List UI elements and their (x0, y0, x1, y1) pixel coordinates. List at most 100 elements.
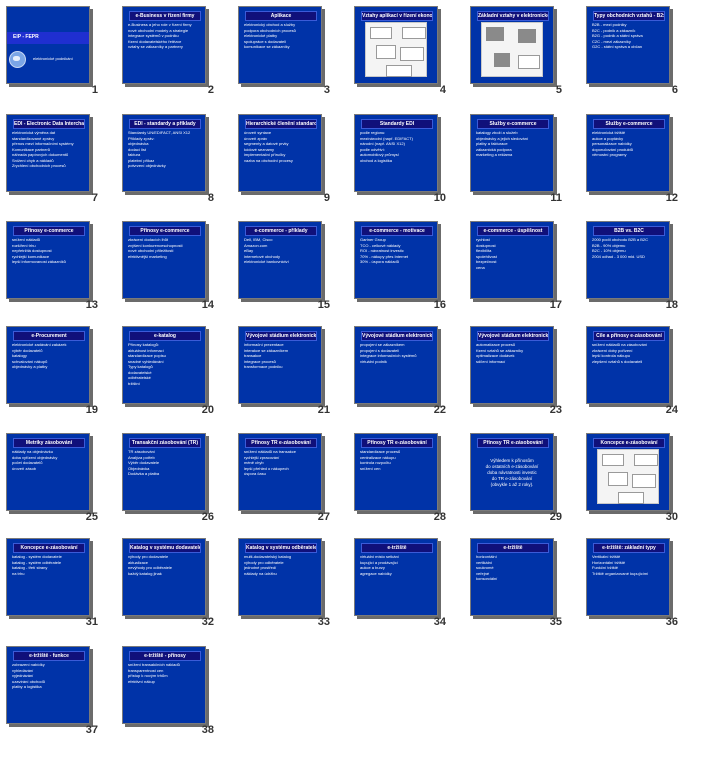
slide-thumbnail-cell: B2B vs. B2C 2000 podíl obchodu B2B a B2C B… (580, 219, 696, 328)
slide-thumbnail-cell: e-commerce - příklady Dell, IBM, Cisco Ama… (232, 219, 348, 328)
slide-title: Katalog v systému odběratele (245, 543, 317, 553)
slide-body: Přínosy katalogů: aktuálnost informací sta… (128, 342, 201, 400)
slide-number: 12 (665, 192, 678, 204)
slide-thumbnail[interactable]: EDI - Electronic Data Interchangeelektro… (6, 114, 90, 192)
slide-thumbnail[interactable]: Cíle a přínosy e-zásobování snížení nákla… (586, 326, 670, 404)
diagram-box (402, 27, 426, 39)
slide-thumbnail[interactable]: EIP - FEPR elektronické podnikání (6, 6, 90, 84)
slide-thumbnail[interactable]: Metriky zásobování náklady na objednávku d… (6, 433, 90, 511)
slide-title: Koncepce e-zásobování (13, 543, 85, 553)
slide-thumbnail[interactable]: e-commerce - příklady Dell, IBM, Cisco Ama… (238, 221, 322, 299)
slide-title: Služby e-commerce (477, 119, 549, 129)
slide-title: e-tržiště (477, 543, 549, 553)
slide-number: 26 (201, 511, 214, 523)
slide-title: B2B vs. B2C (593, 226, 665, 236)
slide-title: Vztahy aplikací v řízení ekonomiky (361, 11, 433, 21)
slide-body: elektronická výměna dat standardizované z… (12, 130, 85, 188)
slide-body: snížení transakčních nákladů transparentn… (128, 662, 201, 720)
slide-thumbnail[interactable]: Přínosy TR e-zásobování standardizace pro… (354, 433, 438, 511)
slide-thumbnail-cell: Služby e-commerce elektronická tržiště auk… (580, 112, 696, 221)
slide-thumbnail[interactable]: Přínosy TR e-zásobování Výhledem k přínos… (470, 433, 554, 511)
slide-thumbnail[interactable]: Přínosy e-commerce zkrácení dodacích lhůt… (122, 221, 206, 299)
slide-thumbnail-cell: Hierarchické členění standardů úroveň syn… (232, 112, 348, 221)
slide-thumbnail[interactable]: e-tržiště horizontální vertikální soukromé v… (470, 538, 554, 616)
slide-diagram (365, 22, 427, 77)
slide-title: Typy obchodních vztahů - B2x (593, 11, 665, 21)
slide-thumbnail[interactable]: Vývojové stádium elektronických obchodůi… (238, 326, 322, 404)
diagram-box (632, 474, 656, 488)
slide-number: 21 (317, 404, 330, 416)
slide-thumbnail[interactable]: Typy obchodních vztahů - B2x B2B - mezi p… (586, 6, 670, 84)
slide-thumbnail[interactable]: e-tržiště: základní typy Vertikální tržiš… (586, 538, 670, 616)
slide-number: 17 (549, 299, 562, 311)
slide-thumbnail[interactable]: Základní vztahy v elektronickém prostřed… (470, 6, 554, 84)
slide-thumbnail-cell: Přínosy TR e-zásobování snížení nákladů n… (232, 431, 348, 540)
slide-bullet: (obvykle 1 až 2 roky). (490, 482, 534, 487)
slide-thumbnail[interactable]: Přínosy e-commerce snížení nákladů rozšíře… (6, 221, 90, 299)
slide-thumbnail[interactable]: Koncepce e-zásobování katalog - systém do… (6, 538, 90, 616)
slide-thumbnail[interactable]: e-tržiště - funkce zobrazení nabídky vyhle… (6, 646, 90, 724)
slide-title: Vývojové stádium elektronických obchodů (361, 331, 433, 341)
slide-thumbnail-cell: Standardy EDI podle regionu: mezinárodní (… (348, 112, 464, 221)
slide-thumbnail[interactable]: Služby e-commerce elektronická tržiště auk… (586, 114, 670, 192)
slide-title: e-katalog (129, 331, 201, 341)
slide-thumbnail-cell: e-tržiště - funkce zobrazení nabídky vyhle… (0, 644, 116, 753)
slide-thumbnail-cell: e-tržiště - přínosy snížení transakčních … (116, 644, 232, 753)
slide-thumbnail[interactable]: e-katalog Přínosy katalogů: aktuálnost inf… (122, 326, 206, 404)
slide-title: Koncepce e-zásobování (593, 438, 665, 448)
slide-body: Výhledem k přínosům do ostatních e-zásobo… (477, 458, 547, 488)
slide-title: Přínosy e-commerce (129, 226, 201, 236)
slide-thumbnail[interactable]: B2B vs. B2C 2000 podíl obchodu B2B a B2C B… (586, 221, 670, 299)
slide-number: 30 (665, 511, 678, 523)
slide-body: náklady na objednávku doba vyřízení objed… (12, 449, 85, 507)
slide-thumbnail[interactable]: Vztahy aplikací v řízení ekonomiky (354, 6, 438, 84)
slide-thumbnail-cell: e-katalog Přínosy katalogů: aktuálnost inf… (116, 324, 232, 433)
slide-thumbnail[interactable]: Standardy EDI podle regionu: mezinárodní (… (354, 114, 438, 192)
slide-title: Katalog v systému dodavatele (129, 543, 201, 553)
slide-bullet: sdílení informací (476, 358, 506, 364)
slide-title: Přínosy TR e-zásobování (477, 438, 549, 448)
slide-thumbnail-cell: Metriky zásobování náklady na objednávku d… (0, 431, 116, 540)
slide-thumbnail[interactable]: e-Business v řízení firmy e-Business a je… (122, 6, 206, 84)
slide-thumbnail[interactable]: Přínosy TR e-zásobování snížení nákladů n… (238, 433, 322, 511)
slide-thumbnail[interactable]: Transakční zásobování (TR) TR zásobování A… (122, 433, 206, 511)
slide-thumbnail[interactable]: Vývojové stádium elektronických obchodůa… (470, 326, 554, 404)
slide-diagram (597, 449, 659, 504)
slide-body: multi-dodavatelský katalog výhody pro odb… (244, 554, 317, 612)
diagram-photo (486, 27, 504, 41)
slide-thumbnail[interactable]: Vývojové stádium elektronických obchodůp… (354, 326, 438, 404)
diagram-box (518, 55, 540, 69)
slide-title: e-tržiště - přínosy (129, 651, 201, 661)
slide-bullet: Tržiště organizované kupujícími (592, 570, 649, 576)
slide-thumbnail[interactable]: Hierarchické členění standardů úroveň syn… (238, 114, 322, 192)
diagram-box (386, 65, 412, 77)
slide-thumbnail[interactable]: e-commerce - úspěšnost rychlost dostupnost… (470, 221, 554, 299)
slide-thumbnail[interactable]: Služby e-commerce katalogy zboží a služeb… (470, 114, 554, 192)
slide-thumbnail-cell: e-commerce - úspěšnost rychlost dostupnost… (464, 219, 580, 328)
slide-sorter: EIP - FEPR elektronické podnikání 1 e-Busin… (0, 0, 701, 768)
slide-thumbnail[interactable]: Koncepce e-zásobování (586, 433, 670, 511)
slide-bullet: virtuální podnik (360, 358, 387, 364)
slide-bullet: každý katalog jinak (128, 570, 162, 576)
slide-number: 10 (433, 192, 446, 204)
slide-body: virtuální místo setkání kupující a prodáv… (360, 554, 433, 612)
slide-title: e-Business v řízení firmy (129, 11, 201, 21)
slide-bullet: marketing a reklama (476, 152, 513, 157)
slide-thumbnail[interactable]: e-tržiště virtuální místo setkání kupující… (354, 538, 438, 616)
slide-thumbnail[interactable]: Katalog v systému odběratele multi-dodava… (238, 538, 322, 616)
slide-body: Vertikální tržiště Horizontální tržiště Fu… (592, 554, 665, 612)
diagram-box (400, 47, 424, 61)
diagram-photo (494, 53, 510, 67)
slide-number: 36 (665, 616, 678, 628)
slide-number: 34 (433, 616, 446, 628)
slide-number: 3 (323, 84, 330, 96)
slide-thumbnail[interactable]: e-tržiště - přínosy snížení transakčních … (122, 646, 206, 724)
diagram-box (634, 454, 658, 466)
slide-thumbnail[interactable]: e-commerce - motivace Gartner Group TCO - … (354, 221, 438, 299)
slide-bullet: komunikace se zákazníky (244, 44, 290, 49)
slide-bullet: 2004 odhad - 3 000 mld. USD (592, 253, 645, 259)
slide-thumbnail[interactable]: EDI - standardy a příklady Standardy UN/E… (122, 114, 206, 192)
slide-thumbnail[interactable]: Katalog v systému dodavatele výhody pro d… (122, 538, 206, 616)
slide-thumbnail[interactable]: e-Procurement elektronické zadávání zakáz… (6, 326, 90, 404)
slide-thumbnail[interactable]: Aplikace elektronický obchod a služby podp… (238, 6, 322, 84)
